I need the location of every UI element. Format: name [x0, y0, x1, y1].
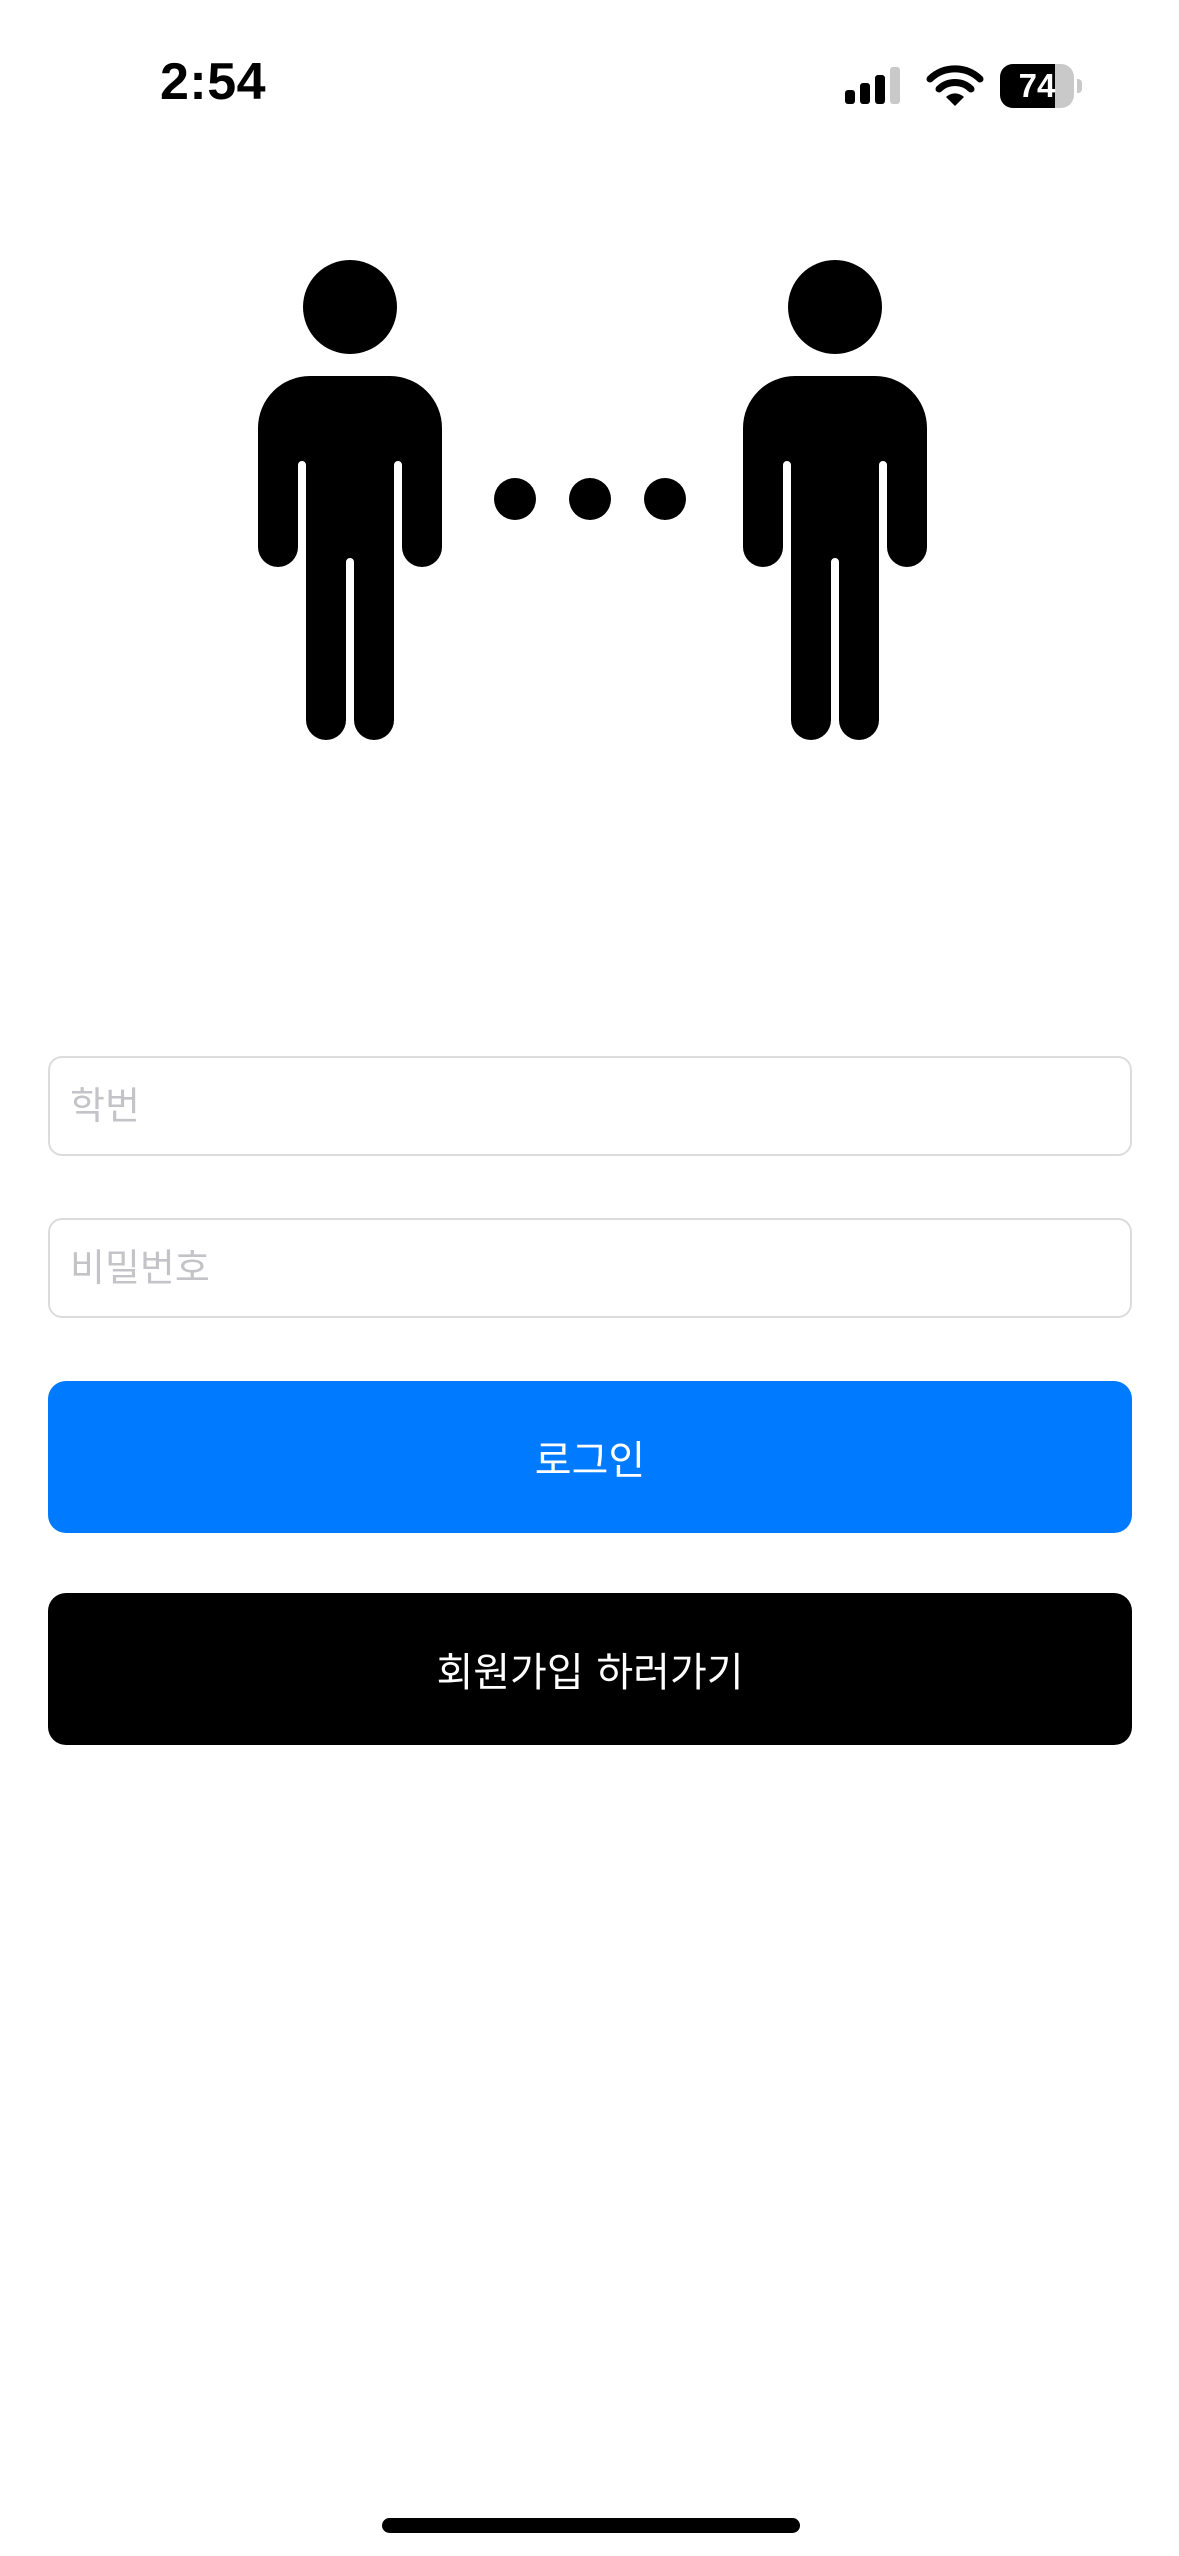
battery-icon: 74	[1000, 64, 1082, 108]
cellular-signal-icon	[845, 67, 900, 104]
connection-dots-icon	[494, 478, 686, 520]
login-button[interactable]: 로그인	[48, 1381, 1132, 1533]
login-button-label: 로그인	[534, 1438, 646, 1484]
two-people-connecting-icon	[258, 260, 927, 740]
student-id-input[interactable]	[48, 1056, 1132, 1156]
battery-level: 74	[1018, 67, 1056, 104]
wifi-icon	[926, 65, 984, 106]
go-to-signup-button[interactable]: 회원가입 하러가기	[48, 1593, 1132, 1745]
home-indicator[interactable]	[382, 2518, 800, 2533]
status-time: 2:54	[160, 53, 267, 111]
person-right-icon	[743, 260, 927, 740]
person-left-icon	[258, 260, 442, 740]
password-input[interactable]	[48, 1218, 1132, 1318]
status-bar: 2:54 74	[0, 0, 1179, 170]
signup-button-label: 회원가입 하러가기	[436, 1650, 744, 1696]
